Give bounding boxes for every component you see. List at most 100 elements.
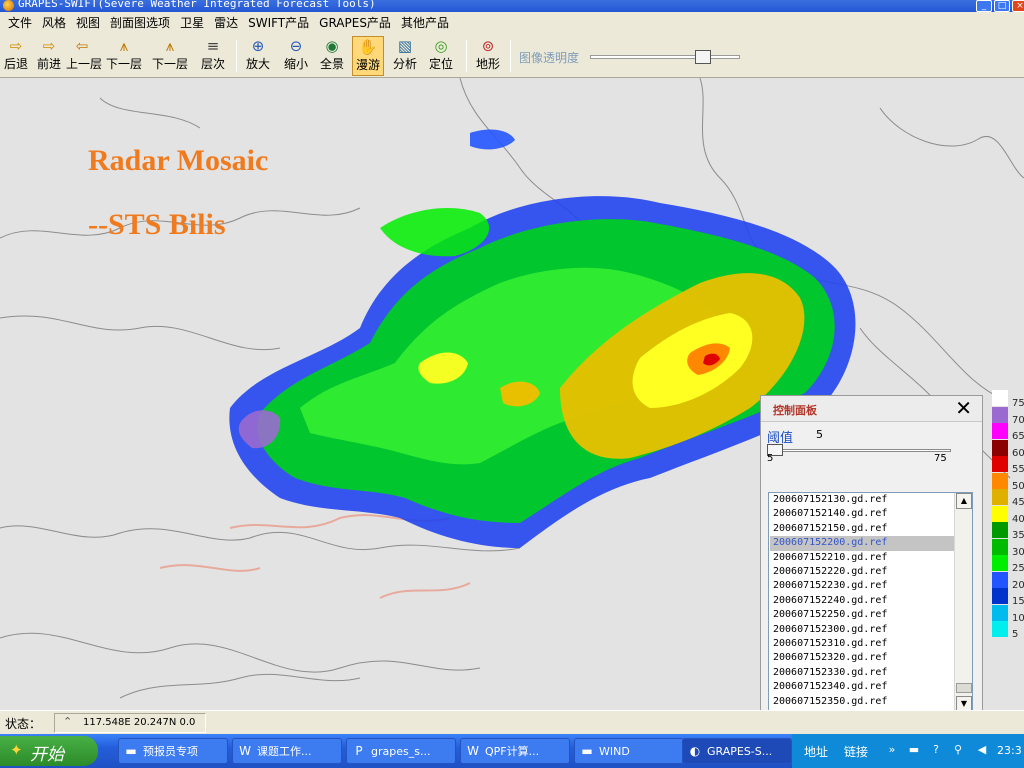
file-list-item[interactable]: 200607152330.gd.ref xyxy=(770,666,954,680)
toolbar: ⇨ 后退 ⇨ 前进 ⇦ 上一层 ⩚ 下一层 ⩚ 下一层 ≡ 层次 ⊕ 放大 ⊖ xyxy=(0,34,1024,78)
address-toolbar[interactable]: 地址 xyxy=(804,743,828,760)
input-method-icon[interactable]: ⚲ xyxy=(950,742,966,758)
task-grapes-swift[interactable]: ◐ GRAPES-S... xyxy=(682,738,792,764)
zoom-out-button[interactable]: ⊖ 缩小 xyxy=(280,36,312,76)
scroll-up-icon[interactable]: ▲ xyxy=(956,493,972,509)
layer-down-button[interactable]: ⩚ 下一层 xyxy=(104,36,144,76)
file-list-item[interactable]: 200607152230.gd.ref xyxy=(770,579,954,593)
legend-swatch xyxy=(992,505,1008,522)
start-button[interactable]: ✦ 开始 xyxy=(0,736,98,766)
pan-button[interactable]: ✋ 漫游 xyxy=(352,36,384,76)
reflectivity-legend: 75 70 65 60 55 50 45 40 35 30 25 20 15 10 5 xyxy=(992,390,1024,642)
word-doc-icon: W xyxy=(239,744,251,758)
system-tray: 地址 链接 » ▬ ? ⚲ ◀ xyxy=(792,734,1024,768)
layers-button[interactable]: ≡ 层次 xyxy=(196,36,230,76)
file-list-item[interactable]: 200607152340.gd.ref xyxy=(770,680,954,694)
opacity-slider-thumb[interactable] xyxy=(695,50,711,64)
restore-button[interactable]: □ xyxy=(994,0,1010,12)
radar-file-list[interactable]: 200607152130.gd.ref 200607152140.gd.ref 20… xyxy=(768,492,973,710)
task-grapes-presentation[interactable]: Pgrapes_s... xyxy=(346,738,456,764)
legend-swatch xyxy=(992,390,1008,406)
menu-file[interactable]: 文件 xyxy=(3,12,37,34)
menu-view[interactable]: 视图 xyxy=(71,12,105,34)
layer-next-button[interactable]: ⩚ 下一层 xyxy=(149,36,191,76)
file-list-item[interactable]: 200607152320.gd.ref xyxy=(770,651,954,665)
task-forecaster-project[interactable]: ▬ 预报员专项 xyxy=(118,738,228,764)
opacity-slider-rail xyxy=(590,55,740,59)
file-list-item[interactable]: 200607152350.gd.ref xyxy=(770,695,954,709)
task-wind-folder[interactable]: ▬ WIND xyxy=(574,738,684,764)
legend-swatch xyxy=(992,489,1008,505)
zoom-in-icon: ⊕ xyxy=(251,37,265,55)
file-list-item[interactable]: 200607152150.gd.ref xyxy=(770,522,954,536)
file-list-item[interactable]: 200607152220.gd.ref xyxy=(770,565,954,579)
control-panel-header: 控制面板 ✕ xyxy=(761,396,982,422)
legend-label: 65 xyxy=(1012,431,1024,442)
analyze-button[interactable]: ▧ 分析 xyxy=(389,36,421,76)
legend-label: 55 xyxy=(1012,464,1024,475)
scroll-thumb[interactable] xyxy=(956,683,972,693)
radar-map[interactable]: Radar Mosaic --STS Bilis 75 70 65 60 55 50 45 4… xyxy=(0,78,1024,710)
close-button[interactable]: × xyxy=(1012,0,1024,12)
locate-icon: ◎ xyxy=(434,37,448,55)
task-qpf-calc[interactable]: W QPF计算... xyxy=(460,738,570,764)
legend-label: 40 xyxy=(1012,513,1024,525)
word-doc-icon: W xyxy=(467,744,479,758)
windows-logo-icon: ✦ xyxy=(10,741,23,759)
close-icon[interactable]: ✕ xyxy=(955,397,972,419)
opacity-label: 图像透明度 xyxy=(519,51,580,65)
legend-label: 70 xyxy=(1012,414,1024,426)
file-list-item[interactable]: 200607152300.gd.ref xyxy=(770,623,954,637)
file-list-scrollbar[interactable]: ▲ ▼ xyxy=(954,493,972,710)
toolbar-separator xyxy=(466,40,467,72)
legend-label: 45 xyxy=(1012,497,1024,508)
legend-swatch xyxy=(992,456,1008,472)
folder-icon: ▬ xyxy=(581,744,593,758)
file-list-item[interactable]: 200607152250.gd.ref xyxy=(770,608,954,622)
minimize-button[interactable]: _ xyxy=(976,0,992,12)
app-icon: ◐ xyxy=(689,744,701,758)
menu-grapes-products[interactable]: GRAPES产品 xyxy=(314,12,396,34)
threshold-slider[interactable] xyxy=(767,444,951,458)
layer-down-icon: ⩚ xyxy=(119,37,129,55)
back-circle-icon[interactable]: ◀ xyxy=(974,742,990,758)
menu-other-products[interactable]: 其他产品 xyxy=(396,12,454,34)
help-icon[interactable]: ? xyxy=(928,742,944,758)
coordinate-box: ⌃ 117.548E 20.247N 0.0 xyxy=(54,713,206,733)
start-label: 开始 xyxy=(30,745,64,765)
file-list-item[interactable]: 200607152130.gd.ref xyxy=(770,493,954,507)
locate-button[interactable]: ◎ 定位 xyxy=(425,36,457,76)
scroll-down-icon[interactable]: ▼ xyxy=(956,696,972,710)
zoom-in-button[interactable]: ⊕ 放大 xyxy=(242,36,274,76)
chevron-right-icon[interactable]: » xyxy=(884,742,900,758)
app-icon xyxy=(3,0,14,11)
links-toolbar[interactable]: 链接 xyxy=(844,743,868,760)
legend-swatch xyxy=(992,472,1008,489)
legend-swatch xyxy=(992,406,1008,423)
legend-label: 50 xyxy=(1012,480,1024,492)
menu-radar[interactable]: 雷达 xyxy=(209,12,243,34)
file-list-item[interactable]: 200607152200.gd.ref xyxy=(770,536,954,551)
keyboard-icon[interactable]: ▬ xyxy=(906,742,922,758)
threshold-max-label: 75 xyxy=(934,453,947,464)
forward-button[interactable]: ⇨ 前进 xyxy=(34,36,64,76)
zoom-out-icon: ⊖ xyxy=(289,37,303,55)
file-list-item[interactable]: 200607152210.gd.ref xyxy=(770,551,954,565)
task-project-work[interactable]: W 课题工作... xyxy=(232,738,342,764)
file-list-item[interactable]: 200607152240.gd.ref xyxy=(770,594,954,608)
file-list-item[interactable]: 200607152310.gd.ref xyxy=(770,637,954,651)
clock: 23:3 xyxy=(997,744,1022,757)
menu-bar: 文件 风格 视图 剖面图选项 卫星 雷达 SWIFT产品 GRAPES产品 其他… xyxy=(0,12,1024,34)
terrain-button[interactable]: ⊚ 地形 xyxy=(472,36,504,76)
globe-icon: ◉ xyxy=(325,37,339,55)
full-view-button[interactable]: ◉ 全景 xyxy=(316,36,348,76)
opacity-slider[interactable] xyxy=(590,50,740,64)
back-button[interactable]: ⇨ 后退 xyxy=(2,36,30,76)
menu-satellite[interactable]: 卫星 xyxy=(175,12,209,34)
file-list-item[interactable]: 200607152140.gd.ref xyxy=(770,507,954,521)
layer-up-button[interactable]: ⇦ 上一层 xyxy=(66,36,102,76)
menu-style[interactable]: 风格 xyxy=(37,12,71,34)
menu-swift-products[interactable]: SWIFT产品 xyxy=(243,12,314,34)
menu-section-options[interactable]: 剖面图选项 xyxy=(105,12,175,34)
status-bar: 状态： ⌃ 117.548E 20.247N 0.0 xyxy=(0,710,1024,734)
